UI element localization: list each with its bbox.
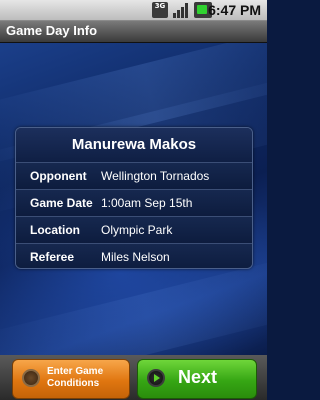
- enter-game-conditions-button[interactable]: Enter Game Conditions: [12, 359, 130, 399]
- info-row-location: Location Olympic Park: [16, 217, 252, 244]
- page-title: Game Day Info: [6, 23, 98, 38]
- referee-label: Referee: [30, 250, 75, 264]
- info-row-opponent: Opponent Wellington Tornados: [16, 163, 252, 190]
- next-label: Next: [178, 367, 218, 387]
- game-info-card: Manurewa Makos Opponent Wellington Torna…: [15, 127, 253, 269]
- referee-value: Miles Nelson: [101, 250, 170, 264]
- signal-icon: [173, 3, 188, 18]
- play-arrow-icon: [147, 369, 165, 387]
- location-value: Olympic Park: [101, 223, 173, 237]
- next-button[interactable]: Next: [137, 359, 257, 399]
- team-name: Manurewa Makos: [71, 136, 197, 153]
- card-header: Manurewa Makos: [16, 128, 252, 163]
- info-row-referee: Referee Miles Nelson: [16, 244, 252, 268]
- enter-game-conditions-label: Enter Game Conditions: [47, 366, 104, 389]
- 3g-icon: 3G: [152, 2, 168, 18]
- opponent-label: Opponent: [30, 169, 87, 183]
- game-date-label: Game Date: [30, 196, 93, 210]
- game-date-value: 1:00am Sep 15th: [101, 196, 193, 210]
- network-label: 3G: [154, 2, 166, 10]
- clock-time: 6:47 PM: [208, 2, 261, 18]
- opponent-value: Wellington Tornados: [101, 169, 210, 183]
- record-icon: [22, 369, 40, 387]
- info-row-game-date: Game Date 1:00am Sep 15th: [16, 190, 252, 217]
- title-bar: Game Day Info: [0, 21, 267, 43]
- location-label: Location: [30, 223, 80, 237]
- bottom-action-bar: Enter Game Conditions Next: [0, 355, 267, 400]
- main-content: Manurewa Makos Opponent Wellington Torna…: [0, 43, 267, 355]
- status-bar: 3G 6:47 PM: [0, 0, 267, 21]
